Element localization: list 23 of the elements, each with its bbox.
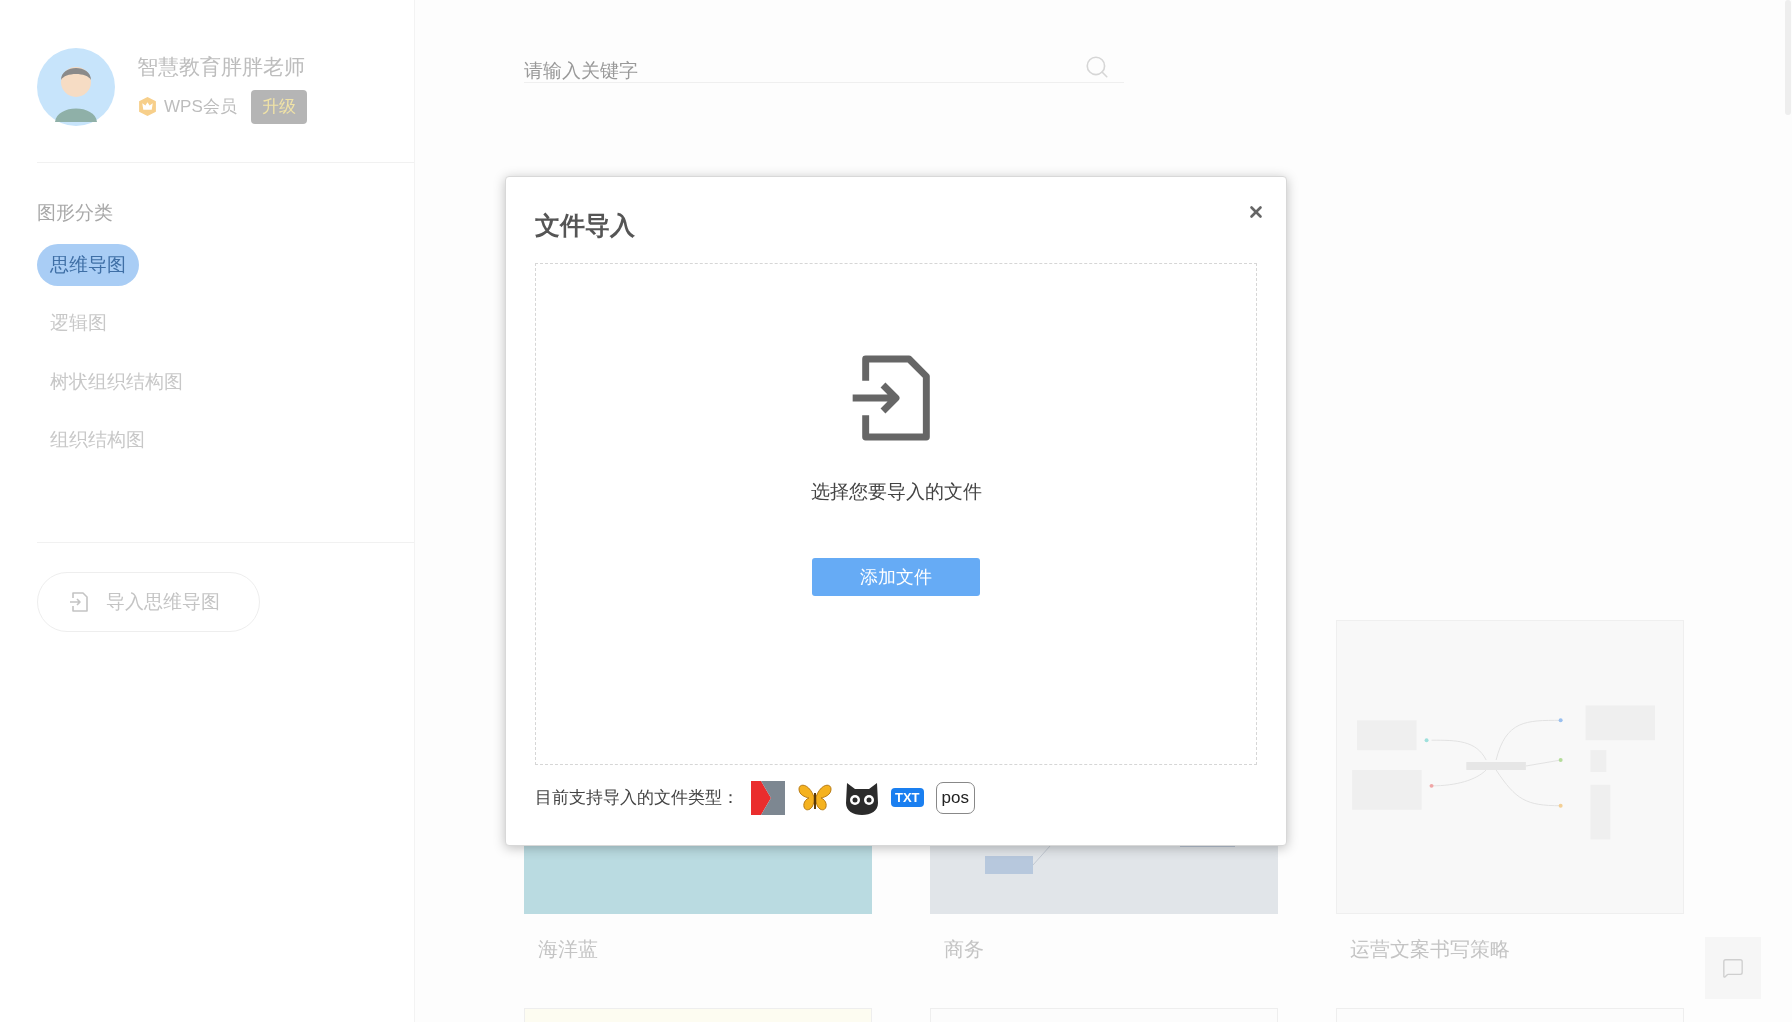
template-thumbnail[interactable] (1336, 620, 1684, 914)
category-heading: 图形分类 (37, 201, 114, 225)
template-name: 海洋蓝 (537, 937, 599, 962)
txt-file-badge: TXT (891, 788, 924, 807)
membership-label: WPS会员 (164, 96, 237, 118)
feedback-button[interactable] (1705, 937, 1761, 999)
chat-icon (1722, 957, 1744, 979)
add-file-button[interactable]: 添加文件 (812, 558, 980, 596)
drop-zone[interactable]: 选择您要导入的文件 添加文件 (535, 262, 1257, 765)
user-name: 智慧教育胖胖老师 (137, 53, 306, 80)
crown-icon (137, 96, 158, 118)
category-item[interactable]: 思维导图 (37, 243, 139, 286)
search-icon[interactable] (1084, 54, 1110, 80)
owl-icon (845, 780, 879, 815)
file-type-icon (751, 780, 785, 815)
search-field[interactable]: 请输入关键字 (524, 52, 1084, 82)
template-name: 商务 (943, 937, 985, 962)
drop-prompt: 选择您要导入的文件 (810, 479, 982, 504)
supported-types-label: 目前支持导入的文件类型： (535, 786, 739, 809)
template-name: 运营文案书写策略 (1349, 937, 1511, 962)
pos-file-badge: pos (935, 781, 975, 814)
upgrade-button[interactable]: 升级 (250, 90, 307, 124)
dialog-title: 文件导入 (535, 210, 635, 241)
